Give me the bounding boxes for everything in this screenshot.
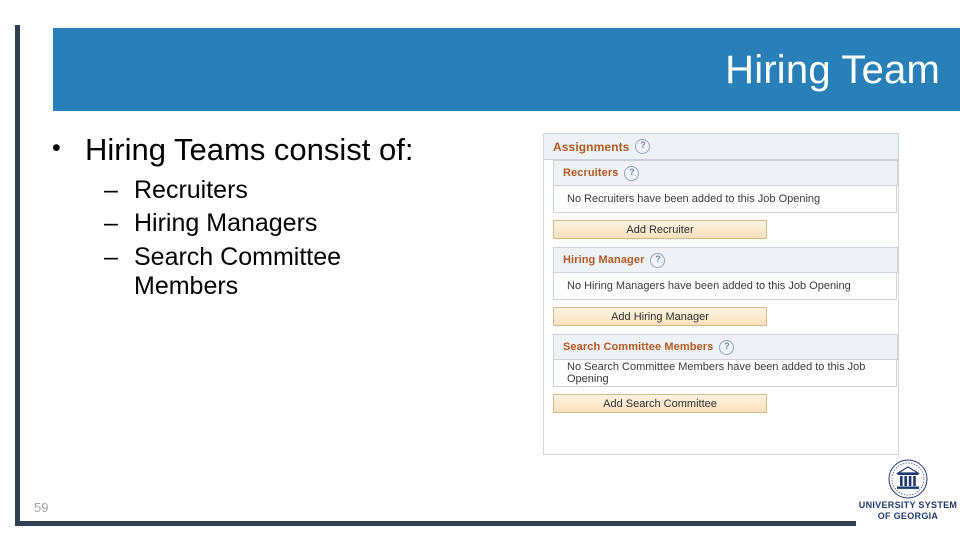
search-committee-section-title: Search Committee Members <box>563 341 714 353</box>
hiring-manager-empty-message: No Hiring Managers have been added to th… <box>553 273 897 300</box>
sub-bullet-recruiters: – Recruiters <box>104 176 522 206</box>
dash-marker-icon: – <box>104 242 118 271</box>
title-band: Hiring Team <box>53 28 960 111</box>
hiring-manager-section-title: Hiring Manager <box>563 254 645 266</box>
recruiters-section-title: Recruiters <box>563 167 619 179</box>
slide-body: • Hiring Teams consist of: – Recruiters … <box>52 132 522 306</box>
bullet-marker-icon: • <box>52 134 61 162</box>
add-search-committee-button[interactable]: Add Search Committee <box>553 394 767 413</box>
hiring-team-assignments-screenshot: Assignments ? Recruiters ? No Recruiters… <box>543 133 899 455</box>
slide-bottom-rule <box>15 521 856 526</box>
slide-left-rule <box>15 25 20 524</box>
sub-bullet-label: Search Committee Members <box>134 242 342 301</box>
sub-bullet-search-committee-members: – Search Committee Members <box>104 243 522 302</box>
usg-logo: UNIVERSITY SYSTEM OF GEORGIA <box>858 458 958 522</box>
search-committee-button-row: Add Search Committee <box>553 387 898 421</box>
bullet-label-primary: Hiring Teams consist of: <box>85 132 414 167</box>
sub-bullet-hiring-managers: – Hiring Managers <box>104 209 522 239</box>
sub-bullet-label: Recruiters <box>134 175 248 204</box>
add-recruiter-button[interactable]: Add Recruiter <box>553 220 767 239</box>
help-icon[interactable]: ? <box>650 252 666 268</box>
usg-logo-line2: OF GEORGIA <box>877 511 939 521</box>
assignments-group-header: Assignments ? <box>544 134 898 160</box>
search-committee-section-header: Search Committee Members ? <box>553 334 898 360</box>
bullet-item-primary: • Hiring Teams consist of: <box>52 132 522 168</box>
recruiters-button-row: Add Recruiter <box>553 213 898 247</box>
search-committee-empty-message: No Search Committee Members have been ad… <box>553 360 897 387</box>
sub-bullet-list: – Recruiters – Hiring Managers – Search … <box>52 176 522 302</box>
hiring-manager-section-header: Hiring Manager ? <box>553 247 898 273</box>
recruiters-section-header: Recruiters ? <box>553 160 898 186</box>
sub-bullet-label: Hiring Managers <box>134 209 318 238</box>
usg-seal-icon <box>888 459 928 499</box>
page-title: Hiring Team <box>725 47 940 92</box>
help-icon[interactable]: ? <box>624 165 640 181</box>
recruiters-empty-message: No Recruiters have been added to this Jo… <box>553 186 897 213</box>
dash-marker-icon: – <box>104 175 118 204</box>
dash-marker-icon: – <box>104 209 118 238</box>
help-icon[interactable]: ? <box>719 339 735 355</box>
help-icon[interactable]: ? <box>635 139 651 154</box>
usg-logo-line1: UNIVERSITY SYSTEM <box>858 500 958 510</box>
hiring-manager-button-row: Add Hiring Manager <box>553 300 898 334</box>
assignments-group-title: Assignments <box>553 139 630 154</box>
page-number: 59 <box>34 500 49 515</box>
add-hiring-manager-button[interactable]: Add Hiring Manager <box>553 307 767 326</box>
